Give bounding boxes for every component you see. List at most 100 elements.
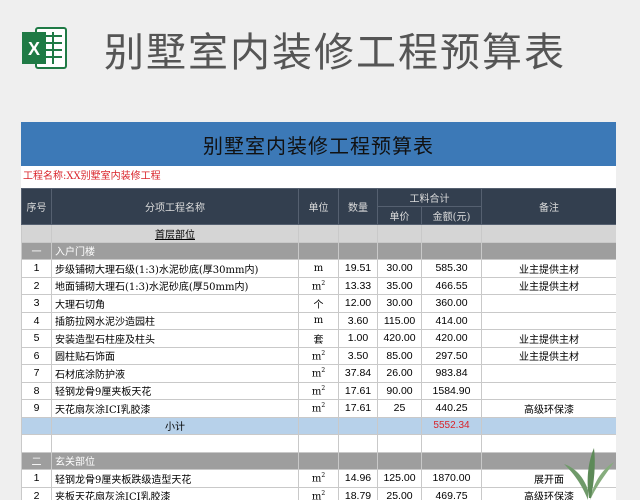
floor-label[interactable]: 首层部位 [51,224,299,243]
row-remark[interactable]: 高级环保漆 [481,399,616,418]
row-unit[interactable]: m [298,311,339,330]
row-unit[interactable]: m2 [298,399,339,418]
row-remark[interactable]: 业主提供主材 [481,259,616,278]
row-amount[interactable]: 1584.90 [421,381,482,400]
section-name[interactable]: 入户门楼 [51,241,299,260]
row-seq[interactable]: 8 [21,381,52,400]
empty-cell[interactable] [421,451,482,470]
row-amount[interactable]: 360.00 [421,294,482,313]
row-amount[interactable]: 414.00 [421,311,482,330]
header-remark[interactable]: 备注 [481,188,616,225]
empty-cell[interactable] [51,434,299,453]
row-qty[interactable]: 12.00 [338,294,378,313]
row-amount[interactable]: 1870.00 [421,469,482,488]
row-item-name[interactable]: 天花扇灰涂ICI乳胶漆 [51,399,299,418]
row-unit[interactable]: m2 [298,469,339,488]
empty-cell[interactable] [481,241,616,260]
row-remark[interactable]: 业主提供主材 [481,346,616,365]
row-item-name[interactable]: 安装造型石柱座及柱头 [51,329,299,348]
row-item-name[interactable]: 轻钢龙骨9厘夹板天花 [51,381,299,400]
row-seq[interactable]: 3 [21,294,52,313]
row-seq[interactable]: 9 [21,399,52,418]
row-qty[interactable]: 3.60 [338,311,378,330]
row-seq[interactable]: 1 [21,259,52,278]
row-qty[interactable]: 17.61 [338,381,378,400]
row-seq[interactable]: 2 [21,486,52,500]
row-item-name[interactable]: 大理石切角 [51,294,299,313]
row-amount[interactable]: 420.00 [421,329,482,348]
empty-cell[interactable] [21,416,52,435]
row-unit[interactable]: m2 [298,381,339,400]
header-amount[interactable]: 金额(元) [421,206,482,225]
row-unit[interactable]: m [298,259,339,278]
row-remark[interactable] [481,311,616,330]
subtotal-amount[interactable]: 5552.34 [421,416,482,435]
row-item-name[interactable]: 步级铺砌大理石级(1:3)水泥砂底(厚30mm内) [51,259,299,278]
project-name[interactable]: 工程名称:XX别墅室内装修工程 [21,166,616,188]
empty-cell[interactable] [298,416,339,435]
row-seq[interactable]: 6 [21,346,52,365]
row-item-name[interactable]: 轻钢龙骨9厘夹板跌级造型天花 [51,469,299,488]
row-unit-price[interactable]: 25.00 [377,486,422,500]
row-item-name[interactable]: 夹板天花扇灰涂ICI乳胶漆 [51,486,299,500]
row-item-name[interactable]: 圆柱贴石饰面 [51,346,299,365]
row-item-name[interactable]: 石材底涂防护液 [51,364,299,383]
header-item[interactable]: 分项工程名称 [51,188,299,225]
empty-cell[interactable] [377,241,422,260]
row-remark[interactable]: 业主提供主材 [481,329,616,348]
row-qty[interactable]: 18.79 [338,486,378,500]
header-unit-price[interactable]: 单价 [377,206,422,225]
row-remark[interactable] [481,294,616,313]
empty-cell[interactable] [338,416,378,435]
row-unit-price[interactable]: 90.00 [377,381,422,400]
row-unit-price[interactable]: 420.00 [377,329,422,348]
row-item-name[interactable]: 插筋拉网水泥沙造园柱 [51,311,299,330]
empty-cell[interactable] [377,434,422,453]
row-amount[interactable]: 585.30 [421,259,482,278]
row-unit-price[interactable]: 30.00 [377,294,422,313]
section-number[interactable]: 二 [21,451,52,470]
header-unit[interactable]: 单位 [298,188,339,225]
row-item-name[interactable]: 地面铺砌大理石(1:3)水泥砂底(厚50mm内) [51,276,299,295]
row-unit-price[interactable]: 125.00 [377,469,422,488]
row-unit-price[interactable]: 30.00 [377,259,422,278]
row-qty[interactable]: 37.84 [338,364,378,383]
subtotal-label[interactable]: 小计 [51,416,299,435]
row-remark[interactable] [481,364,616,383]
empty-cell[interactable] [338,434,378,453]
row-unit-price[interactable]: 115.00 [377,311,422,330]
row-seq[interactable]: 4 [21,311,52,330]
row-qty[interactable]: 17.61 [338,399,378,418]
empty-cell[interactable] [298,451,339,470]
empty-cell[interactable] [298,434,339,453]
empty-cell[interactable] [338,451,378,470]
row-remark[interactable] [481,381,616,400]
section-number[interactable]: 一 [21,241,52,260]
row-seq[interactable]: 7 [21,364,52,383]
empty-cell[interactable] [338,241,378,260]
row-qty[interactable]: 13.33 [338,276,378,295]
row-unit[interactable]: m2 [298,364,339,383]
row-unit[interactable]: m2 [298,486,339,500]
row-amount[interactable]: 297.50 [421,346,482,365]
row-amount[interactable]: 466.55 [421,276,482,295]
row-qty[interactable]: 3.50 [338,346,378,365]
row-amount[interactable]: 983.84 [421,364,482,383]
row-unit[interactable]: m2 [298,346,339,365]
row-unit-price[interactable]: 26.00 [377,364,422,383]
row-qty[interactable]: 19.51 [338,259,378,278]
row-seq[interactable]: 2 [21,276,52,295]
empty-cell[interactable] [481,416,616,435]
section-name[interactable]: 玄关部位 [51,451,299,470]
header-cost-group[interactable]: 工料合计 [377,188,482,207]
row-amount[interactable]: 469.75 [421,486,482,500]
header-seq[interactable]: 序号 [21,188,52,225]
row-unit-price[interactable]: 25 [377,399,422,418]
row-unit-price[interactable]: 35.00 [377,276,422,295]
row-qty[interactable]: 14.96 [338,469,378,488]
row-seq[interactable]: 5 [21,329,52,348]
header-qty[interactable]: 数量 [338,188,378,225]
empty-cell[interactable] [421,241,482,260]
row-unit[interactable]: 套 [298,329,339,348]
row-amount[interactable]: 440.25 [421,399,482,418]
